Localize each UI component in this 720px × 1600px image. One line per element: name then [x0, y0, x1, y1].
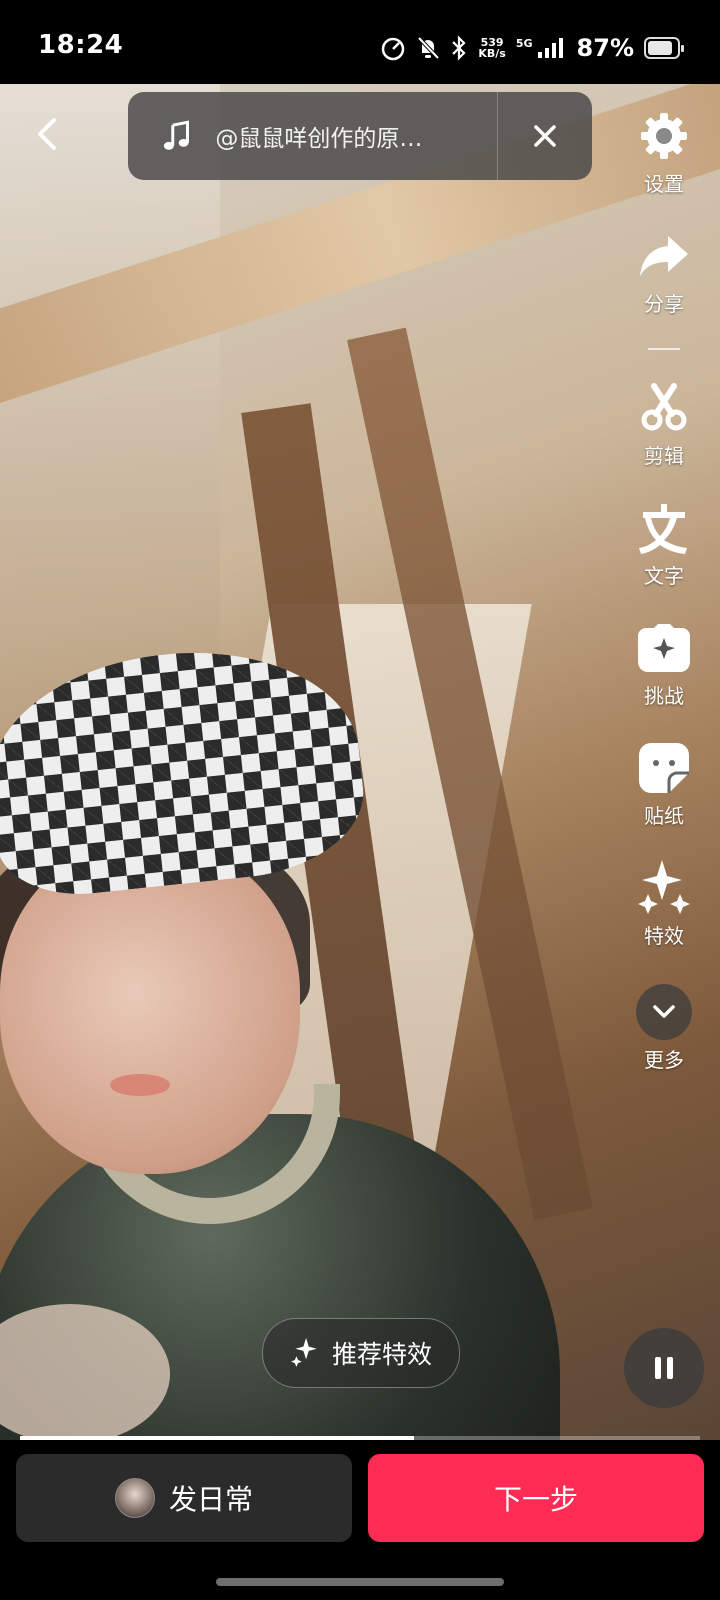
network-type: 5G — [515, 36, 533, 50]
speedometer-icon — [382, 37, 405, 61]
challenge-tool[interactable]: 挑战 — [628, 620, 700, 709]
avatar — [114, 1478, 155, 1518]
battery-percent: 87% — [576, 34, 634, 62]
sparkles-icon — [291, 1338, 317, 1367]
tool-label: 挑战 — [644, 684, 684, 708]
scissors-icon — [641, 383, 687, 431]
tool-label: 贴纸 — [644, 804, 684, 828]
bottom-bar: 发日常 下一步 — [0, 1440, 720, 1600]
close-icon — [534, 125, 556, 147]
status-bar: 18:24 539 KB/s 5G 87% — [0, 0, 720, 84]
chevron-down-icon — [653, 1005, 675, 1018]
settings-tool[interactable]: 设置 — [628, 108, 700, 197]
challenge-icon — [638, 624, 690, 672]
status-time: 18:24 — [38, 30, 124, 60]
sparkles-icon — [638, 860, 690, 914]
share-tool[interactable]: 分享 — [628, 228, 700, 317]
tool-label: 特效 — [644, 924, 684, 948]
effects-button-label: 推荐特效 — [331, 1340, 432, 1369]
tool-label: 设置 — [644, 172, 684, 196]
battery-icon — [644, 37, 684, 59]
next-button[interactable]: 下一步 — [368, 1454, 704, 1542]
recommended-effects-button[interactable]: 推荐特效 — [262, 1318, 460, 1388]
back-button[interactable] — [26, 112, 70, 156]
share-arrow-icon — [640, 236, 688, 276]
music-selector[interactable]: @鼠鼠咩创作的原… — [128, 92, 592, 180]
pause-button[interactable] — [624, 1328, 704, 1408]
tool-label: 文字 — [644, 564, 684, 588]
post-daily-button[interactable]: 发日常 — [16, 1454, 352, 1542]
signal-icon — [537, 38, 563, 58]
home-indicator[interactable] — [216, 1578, 504, 1586]
text-tool[interactable]: 文字 — [628, 500, 700, 589]
more-button-circle — [636, 984, 692, 1040]
tool-label: 分享 — [644, 292, 684, 316]
effects-tool[interactable]: 特效 — [628, 860, 700, 949]
status-icons: 539 KB/s 5G 87% — [380, 28, 684, 68]
network-speed: 539 KB/s — [478, 36, 506, 60]
mute-bell-icon — [417, 36, 440, 60]
chevron-left-icon — [38, 118, 56, 150]
music-note-icon — [163, 120, 189, 150]
music-title: @鼠鼠咩创作的原… — [215, 126, 423, 152]
remove-music-button[interactable] — [498, 92, 592, 180]
gear-icon — [641, 113, 687, 159]
sticker-icon — [639, 743, 689, 793]
edit-tool[interactable]: 剪辑 — [628, 380, 700, 469]
post-daily-label: 发日常 — [168, 1483, 253, 1516]
text-icon — [639, 504, 687, 554]
next-label: 下一步 — [493, 1483, 578, 1516]
more-tool[interactable]: 更多 — [628, 984, 700, 1073]
tool-label: 更多 — [644, 1048, 684, 1072]
tool-label: 剪辑 — [644, 444, 684, 468]
toolbar-divider — [648, 348, 680, 350]
camera-preview[interactable] — [0, 84, 720, 1440]
pause-icon — [655, 1357, 673, 1379]
bluetooth-icon — [452, 35, 466, 61]
sticker-tool[interactable]: 贴纸 — [628, 740, 700, 829]
